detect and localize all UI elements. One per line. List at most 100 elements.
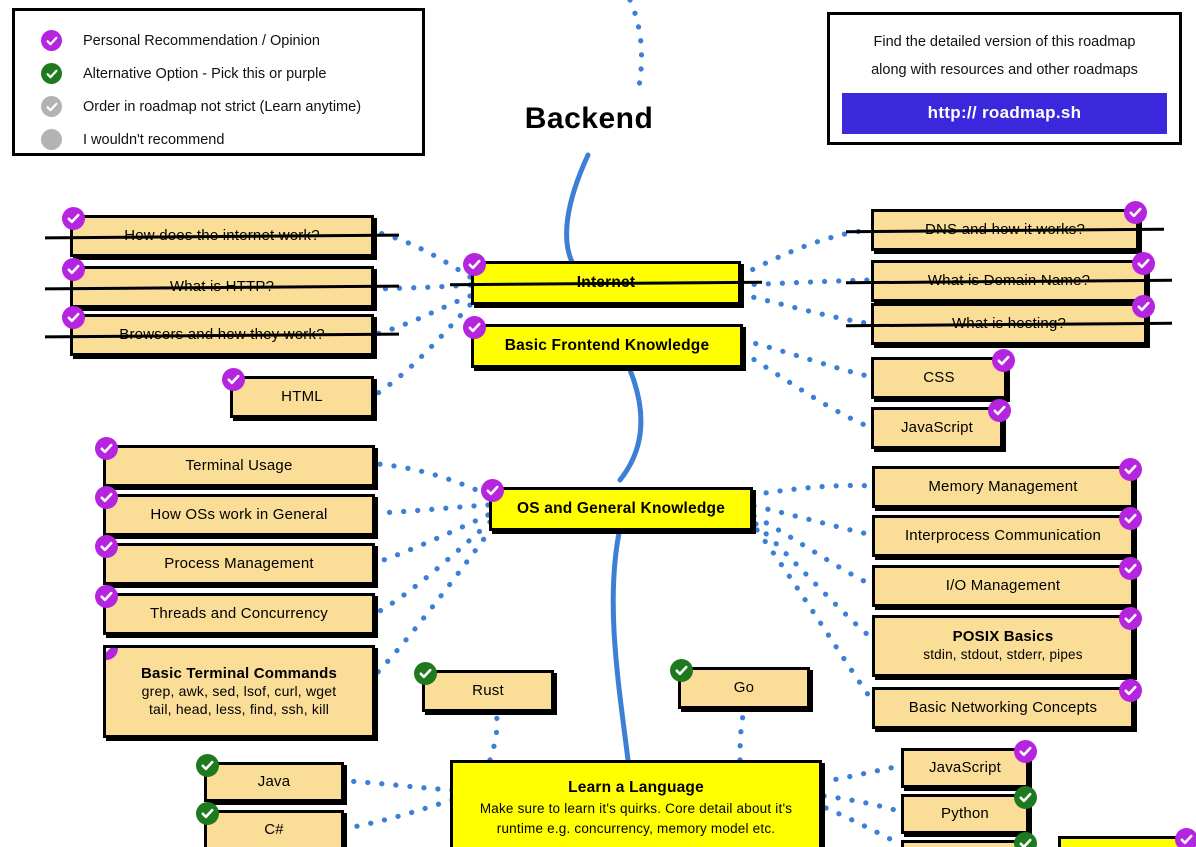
node-os-and-general-knowledge[interactable]: OS and General Knowledge [481, 479, 753, 531]
node-javascript-language[interactable]: JavaScript [901, 740, 1037, 788]
node-posix-basics[interactable]: POSIX Basics stdin, stdout, stderr, pipe… [872, 607, 1142, 677]
node-label: Basic Frontend Knowledge [504, 337, 710, 355]
check-circle-icon [62, 306, 85, 329]
check-circle-icon [222, 368, 245, 391]
node-csharp[interactable]: C# [196, 802, 344, 847]
node-label: How OSs work in General [150, 505, 328, 523]
legend-item-label: Alternative Option - Pick this or purple [83, 65, 327, 82]
node-label: Java [257, 772, 291, 790]
node-label: Python [941, 804, 989, 822]
page-title-text: Backend [524, 102, 654, 135]
node-label: HTML [281, 387, 323, 405]
node-label: CSS [923, 368, 955, 386]
node-subtitle-line-2: runtime e.g. concurrency, memory model e… [496, 821, 776, 837]
check-circle-icon [1124, 201, 1147, 224]
check-circle-icon [1119, 679, 1142, 702]
check-circle-icon [463, 316, 486, 339]
node-label: Memory Management [928, 477, 1078, 495]
check-circle-icon [1014, 740, 1037, 763]
node-terminal-usage[interactable]: Terminal Usage [95, 437, 375, 487]
check-circle-icon [41, 63, 62, 84]
check-circle-icon [1132, 252, 1155, 275]
legend-item-order-not-strict: Order in roadmap not strict (Learn anyti… [41, 90, 422, 123]
check-circle-icon [1132, 295, 1155, 318]
check-circle-icon [196, 802, 219, 825]
node-label: How does the internet work? [124, 226, 320, 244]
check-circle-icon [1119, 507, 1142, 530]
node-what-is-hosting[interactable]: What is hosting? [871, 295, 1155, 345]
check-circle-icon [481, 479, 504, 502]
node-rust[interactable]: Rust [414, 662, 554, 712]
node-io-management[interactable]: I/O Management [872, 557, 1142, 607]
check-circle-icon [670, 659, 693, 682]
check-circle-icon [1119, 607, 1142, 630]
check-circle-icon [414, 662, 437, 685]
info-line-2: along with resources and other roadmaps [871, 61, 1138, 78]
node-label: Rust [472, 681, 504, 699]
legend-item-label: Order in roadmap not strict (Learn anyti… [83, 98, 362, 115]
node-how-oss-work-in-general[interactable]: How OSs work in General [95, 486, 375, 536]
filled-circle-icon [41, 129, 62, 150]
legend-item-personal-recommendation: Personal Recommendation / Opinion [41, 24, 422, 57]
legend-panel: Personal Recommendation / Opinion Altern… [12, 8, 425, 156]
check-circle-icon [1119, 458, 1142, 481]
node-label: JavaScript [928, 758, 1002, 776]
check-circle-icon [95, 585, 118, 608]
node-process-management[interactable]: Process Management [95, 535, 375, 585]
legend-item-label: Personal Recommendation / Opinion [83, 32, 320, 49]
node-html[interactable]: HTML [222, 368, 374, 418]
node-label: Basic Networking Concepts [908, 698, 1098, 716]
check-circle-icon [41, 96, 62, 117]
node-basic-frontend-knowledge[interactable]: Basic Frontend Knowledge [463, 316, 743, 368]
check-circle-icon [95, 486, 118, 509]
roadmap-canvas: .dot { fill: none; stroke: #3d7fd6; stro… [0, 0, 1196, 847]
node-label: Threads and Concurrency [149, 604, 329, 622]
node-title: Learn a Language [568, 778, 704, 796]
node-subtitle-line-1: grep, awk, sed, lsof, curl, wget [141, 683, 337, 700]
node-label: JavaScript [900, 418, 974, 436]
check-circle-icon [196, 754, 219, 777]
node-label: I/O Management [945, 576, 1061, 594]
node-browsers-and-how-they-work[interactable]: Browsers and how they work? [62, 306, 374, 356]
node-label: What is hosting? [951, 314, 1067, 332]
check-circle-icon [992, 349, 1015, 372]
check-circle-icon [1175, 828, 1196, 847]
node-language-partial[interactable] [901, 832, 1037, 847]
node-what-is-http[interactable]: What is HTTP? [62, 258, 374, 308]
info-panel: Find the detailed version of this roadma… [827, 12, 1182, 145]
node-label: OS and General Knowledge [516, 500, 726, 518]
check-circle-icon [1014, 786, 1037, 809]
node-subtitle-line-1: stdin, stdout, stderr, pipes [923, 646, 1083, 662]
node-label: C# [264, 820, 284, 838]
roadmap-url-button[interactable]: http:// roadmap.sh [842, 93, 1167, 135]
node-css[interactable]: CSS [871, 349, 1015, 399]
node-label: Browsers and how they work? [119, 325, 325, 343]
legend-item-alternative-option: Alternative Option - Pick this or purple [41, 57, 422, 90]
check-circle-icon [106, 648, 118, 660]
node-learn-a-language[interactable]: Learn a Language Make sure to learn it's… [450, 760, 822, 847]
node-basic-networking-concepts[interactable]: Basic Networking Concepts [872, 679, 1142, 729]
node-yellow-partial[interactable] [1058, 828, 1196, 847]
node-label: What is Domain Name? [927, 271, 1091, 289]
node-basic-terminal-commands[interactable]: Basic Terminal Commands grep, awk, sed, … [103, 645, 375, 738]
node-what-is-domain-name[interactable]: What is Domain Name? [871, 252, 1155, 302]
node-java[interactable]: Java [196, 754, 344, 802]
node-javascript-frontend[interactable]: JavaScript [871, 399, 1011, 449]
check-circle-icon [62, 258, 85, 281]
check-circle-icon [1014, 832, 1037, 847]
node-memory-management[interactable]: Memory Management [872, 458, 1142, 508]
legend-item-not-recommended: I wouldn't recommend [41, 123, 422, 156]
node-interprocess-communication[interactable]: Interprocess Communication [872, 507, 1142, 557]
node-label: Interprocess Communication [904, 526, 1102, 544]
node-how-does-the-internet-work[interactable]: How does the internet work? [62, 207, 374, 257]
node-label: Terminal Usage [185, 456, 293, 474]
node-dns-and-how-it-works[interactable]: DNS and how it works? [871, 201, 1147, 251]
check-circle-icon [988, 399, 1011, 422]
node-go[interactable]: Go [670, 659, 810, 709]
node-internet[interactable]: Internet [463, 253, 741, 305]
node-title: Basic Terminal Commands [140, 664, 338, 682]
node-python[interactable]: Python [901, 786, 1037, 834]
node-subtitle-line-1: Make sure to learn it's quirks. Core det… [479, 801, 793, 817]
node-label: Process Management [164, 554, 314, 572]
node-threads-and-concurrency[interactable]: Threads and Concurrency [95, 585, 375, 635]
